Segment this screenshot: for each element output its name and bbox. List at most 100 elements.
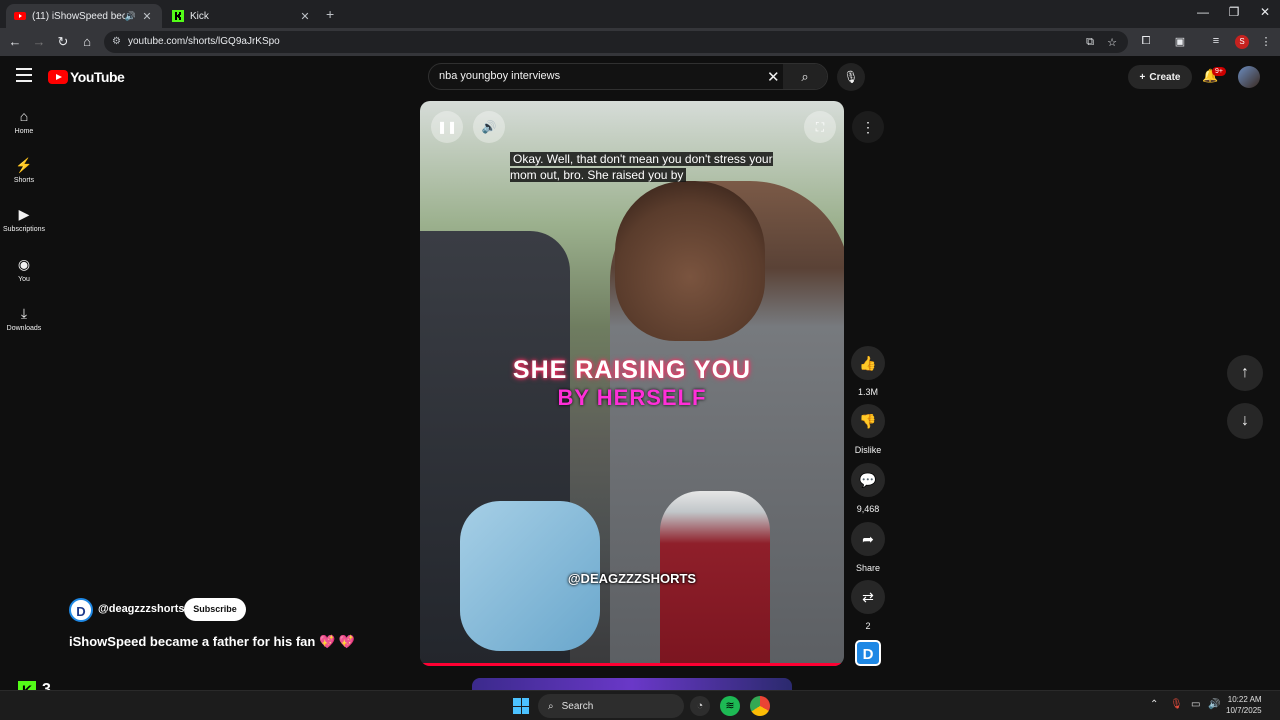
channel-handle[interactable]: @deagzzzshorts: [98, 603, 185, 615]
downloads-icon: ⤓: [20, 305, 28, 321]
next-short-preview[interactable]: [472, 678, 792, 690]
subscriptions-icon: ▶: [18, 206, 30, 222]
rail-label: Home: [14, 128, 34, 135]
youtube-favicon-icon: [14, 12, 26, 20]
search-icon: ⌕: [548, 700, 554, 712]
menu-icon[interactable]: [16, 68, 32, 82]
remix-icon: ⇄: [851, 580, 885, 614]
close-window-icon[interactable]: ✕: [1249, 5, 1280, 19]
windows-start-icon[interactable]: [513, 698, 529, 714]
account-avatar[interactable]: [1238, 66, 1260, 88]
windows-taskbar: ⌕ Search ◔ ≋ ⌃ 🎙 ▭ 🔊 10:22 AM 10/7/2025: [0, 690, 1280, 720]
channel-avatar[interactable]: D: [69, 598, 93, 622]
previous-short-arrow-icon[interactable]: ↑: [1227, 355, 1263, 391]
video-progress-bar[interactable]: [420, 663, 844, 666]
rail-item-downloads[interactable]: ⤓ Downloads: [0, 305, 48, 332]
fullscreen-icon[interactable]: ⛶: [804, 111, 836, 143]
browser-profile-avatar[interactable]: S: [1235, 35, 1249, 49]
rail-label: Shorts: [13, 177, 35, 184]
youtube-header: YouTube ✕ ⌕ 🎙 + Create 🔔 9+: [0, 56, 1280, 98]
forward-icon[interactable]: →: [30, 33, 48, 51]
create-label: Create: [1149, 71, 1181, 83]
notification-badge: 9+: [1212, 67, 1226, 76]
browser-toolbar: ← → ↻ ⌂ ⚙ youtube.com/shorts/lGQ9aJrKSpo…: [0, 28, 1280, 56]
speaker-icon[interactable]: 🔊: [125, 11, 136, 22]
rail-item-shorts[interactable]: ⚡ Shorts: [0, 157, 48, 184]
system-clock[interactable]: 10:22 AM 10/7/2025: [1226, 694, 1262, 716]
network-icon[interactable]: ▭: [1191, 699, 1200, 710]
clear-search-icon[interactable]: ✕: [767, 68, 780, 86]
video-caption: Okay. Well, that don't mean you don't st…: [510, 151, 775, 183]
chrome-menu-icon[interactable]: ⋮: [1258, 35, 1274, 48]
more-options-icon[interactable]: ⋮: [852, 111, 884, 143]
youtube-logo[interactable]: YouTube: [48, 69, 125, 85]
volume-icon[interactable]: 🔊: [473, 111, 505, 143]
home-icon: ⌂: [19, 108, 29, 124]
mic-in-use-icon[interactable]: 🎙: [1170, 699, 1183, 710]
media-controls-icon[interactable]: ≡: [1208, 35, 1224, 47]
install-icon[interactable]: ⧉: [1082, 36, 1098, 49]
search-input[interactable]: [439, 70, 759, 82]
spotify-icon[interactable]: ≋: [720, 696, 740, 716]
kick-favicon-icon: [172, 10, 184, 22]
dislike-button[interactable]: 👎 Dislike: [850, 404, 886, 455]
browser-tab-strip: (11) iShowSpeed became a 🔊 ✕ Kick ✕ + — …: [0, 0, 1280, 28]
home-button-icon[interactable]: ⌂: [78, 33, 96, 51]
rail-item-home[interactable]: ⌂ Home: [0, 108, 48, 135]
like-count: 1.3M: [857, 387, 878, 397]
thumbs-down-icon: 👎: [851, 404, 885, 438]
you-icon: ◉: [17, 256, 31, 272]
video-watermark: @DEAGZZZSHORTS: [567, 571, 697, 586]
tray-overflow-icon[interactable]: ⌃: [1150, 699, 1158, 710]
shorts-video-player[interactable]: ❚❚ 🔊 ⛶ Okay. Well, that don't mean you d…: [420, 101, 844, 666]
remix-count: 2: [865, 621, 871, 631]
volume-tray-icon[interactable]: 🔊: [1208, 699, 1220, 710]
search-icon[interactable]: ⌕: [783, 64, 827, 89]
close-tab-icon[interactable]: ✕: [140, 10, 154, 23]
like-button[interactable]: 👍 1.3M: [850, 346, 886, 397]
new-tab-icon[interactable]: +: [326, 6, 334, 22]
pause-icon[interactable]: ❚❚: [431, 111, 463, 143]
back-icon[interactable]: ←: [6, 33, 24, 51]
site-info-icon[interactable]: ⚙: [112, 36, 121, 47]
tab-kick[interactable]: Kick ✕: [164, 4, 320, 28]
caption-text: Okay. Well, that don't mean you don't st…: [510, 152, 773, 182]
create-button[interactable]: + Create: [1128, 65, 1192, 89]
restore-icon[interactable]: ❐: [1218, 5, 1250, 19]
widgets-icon[interactable]: ◔: [690, 696, 710, 716]
channel-thumbnail[interactable]: D: [855, 640, 881, 666]
rail-label: Downloads: [6, 325, 42, 332]
subscribe-button[interactable]: Subscribe: [184, 598, 246, 621]
shorts-icon: ⚡: [15, 157, 33, 173]
taskbar-search-label: Search: [561, 700, 594, 712]
clock-time: 10:22 AM: [1227, 695, 1262, 704]
video-title: iShowSpeed became a father for his fan 💖…: [69, 634, 355, 649]
address-bar[interactable]: ⚙ youtube.com/shorts/lGQ9aJrKSpo ⧉ ☆: [104, 31, 1128, 53]
rail-item-you[interactable]: ◉ You: [0, 256, 48, 283]
taskbar-search[interactable]: ⌕ Search: [538, 694, 684, 718]
thumbs-up-icon: 👍: [851, 346, 885, 380]
share-label: Share: [855, 563, 881, 573]
share-icon: ➦: [851, 522, 885, 556]
bookmark-star-icon[interactable]: ☆: [1104, 36, 1120, 49]
chrome-icon[interactable]: [750, 696, 770, 716]
rail-item-subscriptions[interactable]: ▶ Subscriptions: [0, 206, 48, 233]
comments-button[interactable]: 💬 9,468: [850, 463, 886, 514]
tab-title: Kick: [190, 10, 209, 22]
close-tab-icon[interactable]: ✕: [298, 10, 312, 23]
comment-count: 9,468: [856, 504, 880, 514]
extensions-icon[interactable]: ⧠: [1138, 35, 1154, 48]
next-short-arrow-icon[interactable]: ↓: [1227, 403, 1263, 439]
tab-title: (11) iShowSpeed became a: [32, 10, 125, 22]
remix-button[interactable]: ⇄ 2: [850, 580, 886, 631]
minimize-icon[interactable]: —: [1187, 5, 1219, 19]
rail-label: Subscriptions: [2, 226, 46, 233]
url-text: youtube.com/shorts/lGQ9aJrKSpo: [128, 36, 280, 47]
video-overlay-line1: SHE RAISING YOU: [512, 356, 752, 384]
reload-icon[interactable]: ↻: [54, 33, 72, 51]
search-box: ✕ ⌕: [428, 63, 828, 90]
microphone-icon[interactable]: 🎙: [837, 63, 865, 91]
split-view-icon[interactable]: ▣: [1172, 35, 1188, 48]
share-button[interactable]: ➦ Share: [850, 522, 886, 573]
tab-youtube[interactable]: (11) iShowSpeed became a 🔊 ✕: [6, 4, 162, 28]
